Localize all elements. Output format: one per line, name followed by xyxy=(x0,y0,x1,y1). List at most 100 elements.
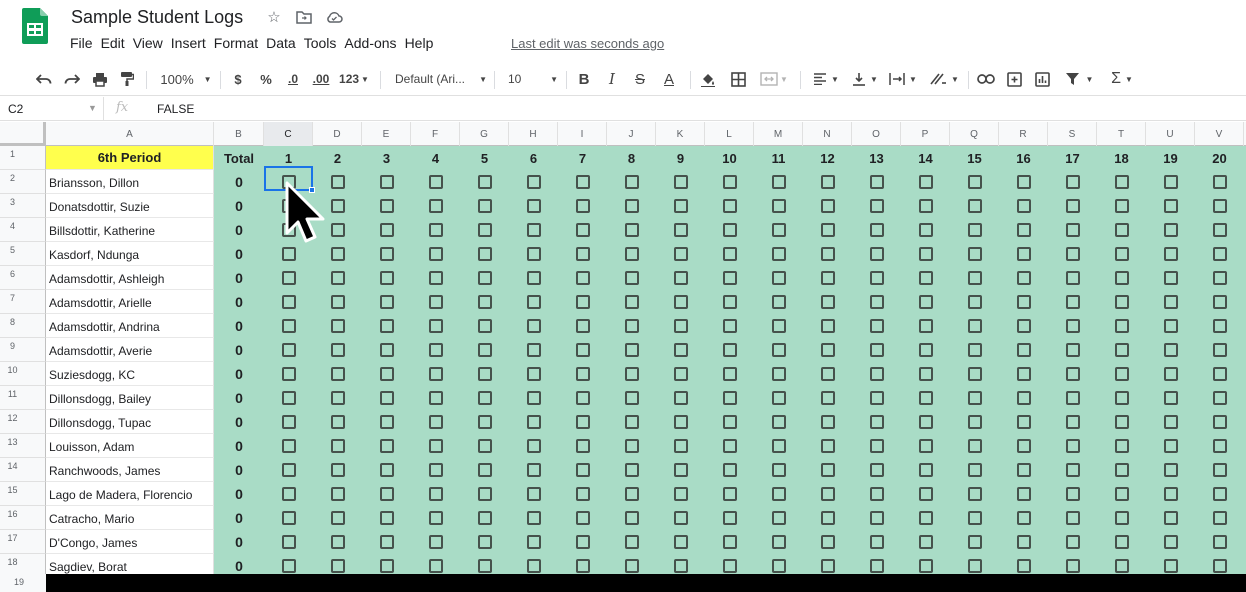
checkbox[interactable] xyxy=(330,415,345,429)
checkbox[interactable] xyxy=(918,295,933,309)
checkbox-cell[interactable] xyxy=(1195,506,1244,530)
checkbox-cell[interactable] xyxy=(754,458,803,482)
student-name-cell[interactable]: Kasdorf, Ndunga xyxy=(46,242,214,266)
checkbox[interactable] xyxy=(1065,535,1080,549)
checkbox-cell[interactable] xyxy=(950,314,999,338)
percent-format-button[interactable]: % xyxy=(258,69,274,89)
checkbox-cell[interactable] xyxy=(362,482,411,506)
checkbox-cell[interactable] xyxy=(607,362,656,386)
menu-data[interactable]: Data xyxy=(266,34,303,52)
checkbox-cell[interactable] xyxy=(754,362,803,386)
day-number-header[interactable]: 19 xyxy=(1146,146,1195,170)
checkbox-cell[interactable] xyxy=(803,506,852,530)
total-cell[interactable]: 0 xyxy=(214,458,264,482)
checkbox-cell[interactable] xyxy=(705,314,754,338)
student-name-cell[interactable]: Dillonsdogg, Tupac xyxy=(46,410,214,434)
checkbox-cell[interactable] xyxy=(1146,386,1195,410)
total-cell[interactable]: 0 xyxy=(214,386,264,410)
checkbox[interactable] xyxy=(1114,319,1129,333)
checkbox[interactable] xyxy=(575,223,590,237)
checkbox[interactable] xyxy=(1065,223,1080,237)
checkbox-cell[interactable] xyxy=(264,290,313,314)
checkbox[interactable] xyxy=(967,391,982,405)
formula-input[interactable]: FALSE xyxy=(157,102,194,116)
checkbox[interactable] xyxy=(477,175,492,189)
column-header[interactable]: S xyxy=(1048,122,1097,146)
checkbox[interactable] xyxy=(477,367,492,381)
checkbox[interactable] xyxy=(1016,415,1031,429)
checkbox[interactable] xyxy=(771,223,786,237)
checkbox[interactable] xyxy=(673,463,688,477)
checkbox-cell[interactable] xyxy=(362,170,411,194)
checkbox[interactable] xyxy=(820,175,835,189)
checkbox-cell[interactable] xyxy=(509,410,558,434)
checkbox-cell[interactable] xyxy=(1146,506,1195,530)
checkbox[interactable] xyxy=(1163,367,1178,381)
checkbox[interactable] xyxy=(1065,295,1080,309)
checkbox-cell[interactable] xyxy=(754,482,803,506)
checkbox-cell[interactable] xyxy=(950,218,999,242)
checkbox-cell[interactable] xyxy=(362,314,411,338)
checkbox[interactable] xyxy=(330,343,345,357)
checkbox[interactable] xyxy=(428,535,443,549)
checkbox-cell[interactable] xyxy=(460,410,509,434)
checkbox[interactable] xyxy=(1114,415,1129,429)
checkbox-cell[interactable] xyxy=(852,410,901,434)
checkbox-cell[interactable] xyxy=(852,314,901,338)
checkbox[interactable] xyxy=(330,559,345,573)
student-name-cell[interactable]: Dillonsdogg, Bailey xyxy=(46,386,214,410)
checkbox-cell[interactable] xyxy=(607,266,656,290)
checkbox[interactable] xyxy=(1016,391,1031,405)
checkbox[interactable] xyxy=(1016,487,1031,501)
checkbox-cell[interactable] xyxy=(558,362,607,386)
fill-color-icon[interactable] xyxy=(698,69,718,89)
checkbox[interactable] xyxy=(526,439,541,453)
column-header[interactable]: T xyxy=(1097,122,1146,146)
checkbox[interactable] xyxy=(722,271,737,285)
checkbox-cell[interactable] xyxy=(1097,458,1146,482)
checkbox-cell[interactable] xyxy=(999,410,1048,434)
checkbox[interactable] xyxy=(1065,391,1080,405)
checkbox[interactable] xyxy=(869,247,884,261)
checkbox[interactable] xyxy=(1065,175,1080,189)
checkbox-cell[interactable] xyxy=(607,458,656,482)
checkbox[interactable] xyxy=(330,199,345,213)
total-cell[interactable]: 0 xyxy=(214,170,264,194)
checkbox[interactable] xyxy=(330,175,345,189)
checkbox-cell[interactable] xyxy=(754,242,803,266)
checkbox[interactable] xyxy=(967,271,982,285)
checkbox[interactable] xyxy=(1016,247,1031,261)
student-name-cell[interactable]: Ranchwoods, James xyxy=(46,458,214,482)
checkbox-cell[interactable] xyxy=(950,170,999,194)
checkbox-cell[interactable] xyxy=(509,170,558,194)
filter-icon[interactable]: ▼ xyxy=(1060,69,1098,89)
column-header[interactable]: F xyxy=(411,122,460,146)
checkbox[interactable] xyxy=(869,391,884,405)
checkbox-cell[interactable] xyxy=(362,434,411,458)
checkbox[interactable] xyxy=(918,247,933,261)
checkbox[interactable] xyxy=(722,199,737,213)
checkbox[interactable] xyxy=(1065,199,1080,213)
checkbox-cell[interactable] xyxy=(460,506,509,530)
checkbox[interactable] xyxy=(967,199,982,213)
checkbox-cell[interactable] xyxy=(558,458,607,482)
row-number[interactable]: 6 xyxy=(0,266,46,290)
checkbox[interactable] xyxy=(967,511,982,525)
select-all-corner[interactable] xyxy=(0,122,46,146)
checkbox-cell[interactable] xyxy=(509,530,558,554)
checkbox-cell[interactable] xyxy=(1097,434,1146,458)
checkbox[interactable] xyxy=(1016,271,1031,285)
checkbox-cell[interactable] xyxy=(754,218,803,242)
column-header[interactable]: H xyxy=(509,122,558,146)
checkbox[interactable] xyxy=(281,535,296,549)
checkbox-cell[interactable] xyxy=(607,242,656,266)
checkbox-cell[interactable] xyxy=(705,170,754,194)
checkbox-cell[interactable] xyxy=(754,170,803,194)
checkbox-cell[interactable] xyxy=(656,194,705,218)
checkbox-cell[interactable] xyxy=(803,458,852,482)
student-name-cell[interactable]: Adamsdottir, Andrina xyxy=(46,314,214,338)
checkbox[interactable] xyxy=(379,175,394,189)
checkbox-cell[interactable] xyxy=(264,266,313,290)
checkbox-cell[interactable] xyxy=(950,506,999,530)
checkbox-cell[interactable] xyxy=(1048,506,1097,530)
